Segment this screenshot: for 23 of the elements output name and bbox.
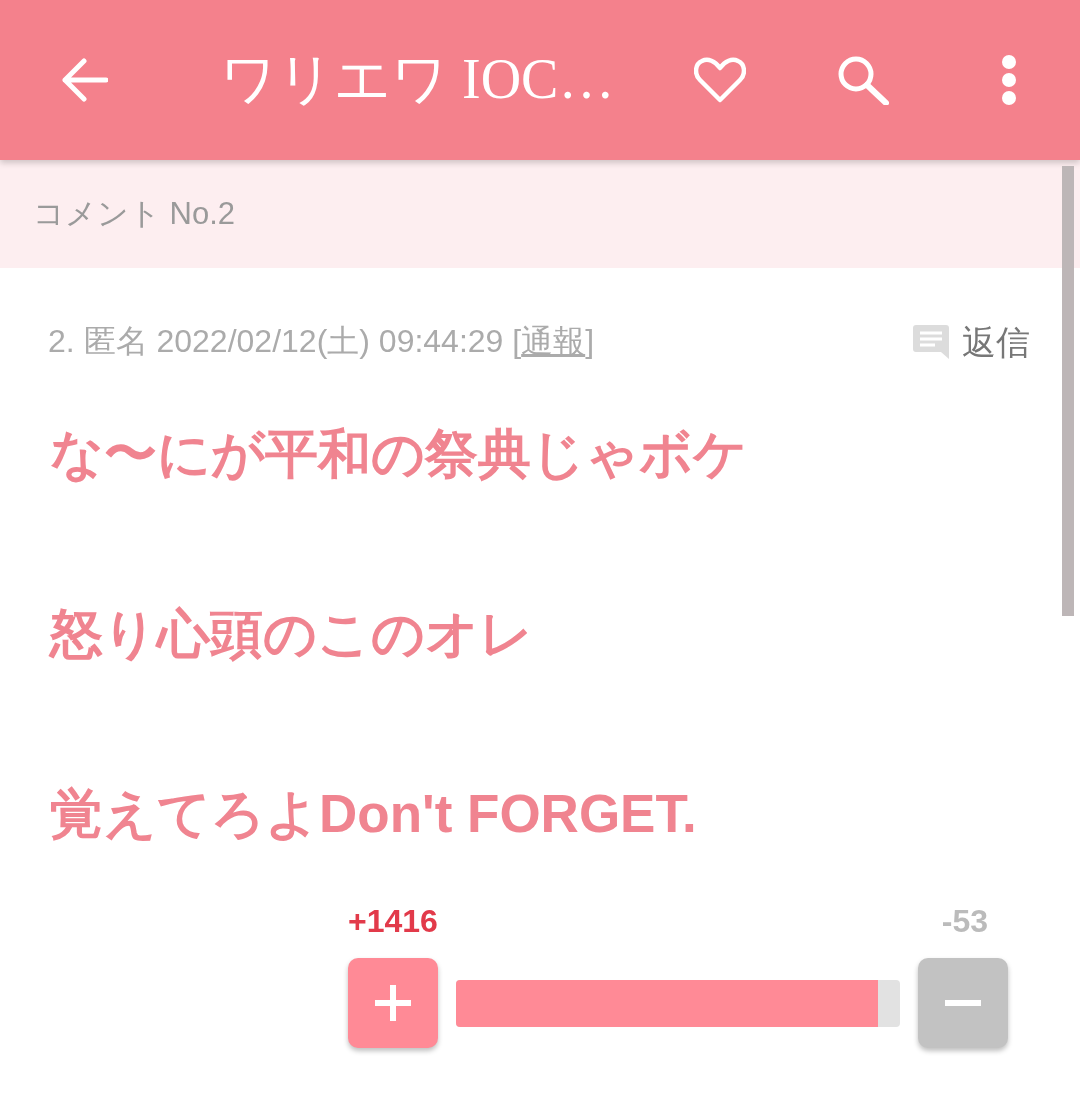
search-icon <box>837 55 889 105</box>
comment-text: な〜にが平和の祭典じゃボケ <box>50 423 748 485</box>
search-button[interactable] <box>837 55 889 105</box>
more-vertical-icon <box>1001 55 1017 105</box>
comment-meta: 2. 匿名 2022/02/12(土) 09:44:29 [通報] <box>48 322 595 361</box>
comment-text: 覚えてろよDon't FORGET. <box>50 783 698 845</box>
page-title: ワリエワ IOC… <box>220 47 616 113</box>
downvote-button[interactable] <box>918 958 1008 1048</box>
back-arrow-icon <box>60 58 108 102</box>
upvote-button[interactable] <box>348 958 438 1048</box>
minus-icon <box>945 1000 981 1006</box>
report-link[interactable]: 通報 <box>521 323 586 359</box>
section-label: コメント No.2 <box>33 195 236 233</box>
downvote-count: -53 <box>941 902 988 940</box>
more-button[interactable] <box>1001 55 1017 105</box>
heart-icon <box>694 57 746 103</box>
back-button[interactable] <box>60 58 108 102</box>
plus-icon <box>375 985 411 1021</box>
reply-button[interactable]: 返信 <box>913 321 1030 363</box>
comment-text: 怒り心頭のこのオレ <box>50 603 534 665</box>
comment-icon <box>913 325 949 359</box>
upvote-count: +1416 <box>348 902 438 940</box>
favorite-button[interactable] <box>694 57 746 103</box>
